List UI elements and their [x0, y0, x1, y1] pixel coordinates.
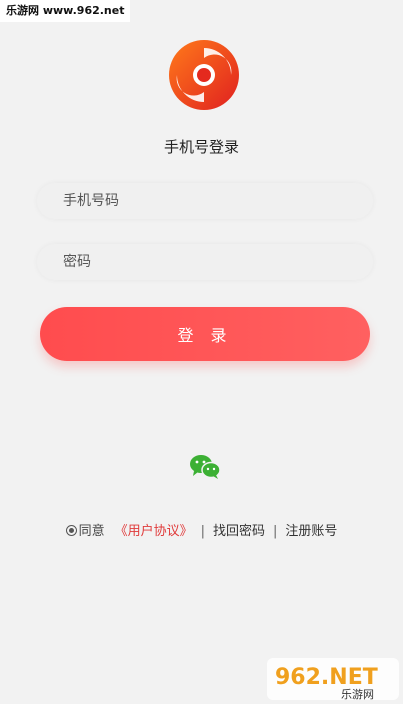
- password-input[interactable]: [37, 244, 373, 280]
- phone-field-wrapper: [37, 183, 373, 219]
- watermark-bottom-logo: 962.NET 乐游网: [267, 658, 399, 701]
- separator: |: [200, 524, 205, 539]
- watermark-bottom-small: 乐游网: [341, 688, 374, 701]
- wechat-icon[interactable]: [189, 453, 221, 481]
- phone-input[interactable]: [37, 183, 373, 219]
- agree-label: 同意: [78, 524, 105, 539]
- user-agreement-link[interactable]: 《用户协议》: [115, 524, 193, 539]
- app-logo-icon: [169, 40, 239, 110]
- agree-radio[interactable]: [65, 525, 77, 536]
- watermark-bottom-big: 962.NET: [275, 665, 378, 690]
- login-button[interactable]: 登 录: [40, 307, 370, 361]
- register-link[interactable]: 注册账号: [285, 524, 337, 539]
- footer-links: 同意 《用户协议》 | 找回密码 | 注册账号: [0, 520, 403, 539]
- forgot-password-link[interactable]: 找回密码: [213, 524, 265, 539]
- password-field-wrapper: [37, 244, 373, 280]
- watermark-top: 乐游网 www.962.net: [0, 0, 131, 22]
- separator: |: [273, 524, 278, 539]
- page-title: 手机号登录: [163, 138, 239, 156]
